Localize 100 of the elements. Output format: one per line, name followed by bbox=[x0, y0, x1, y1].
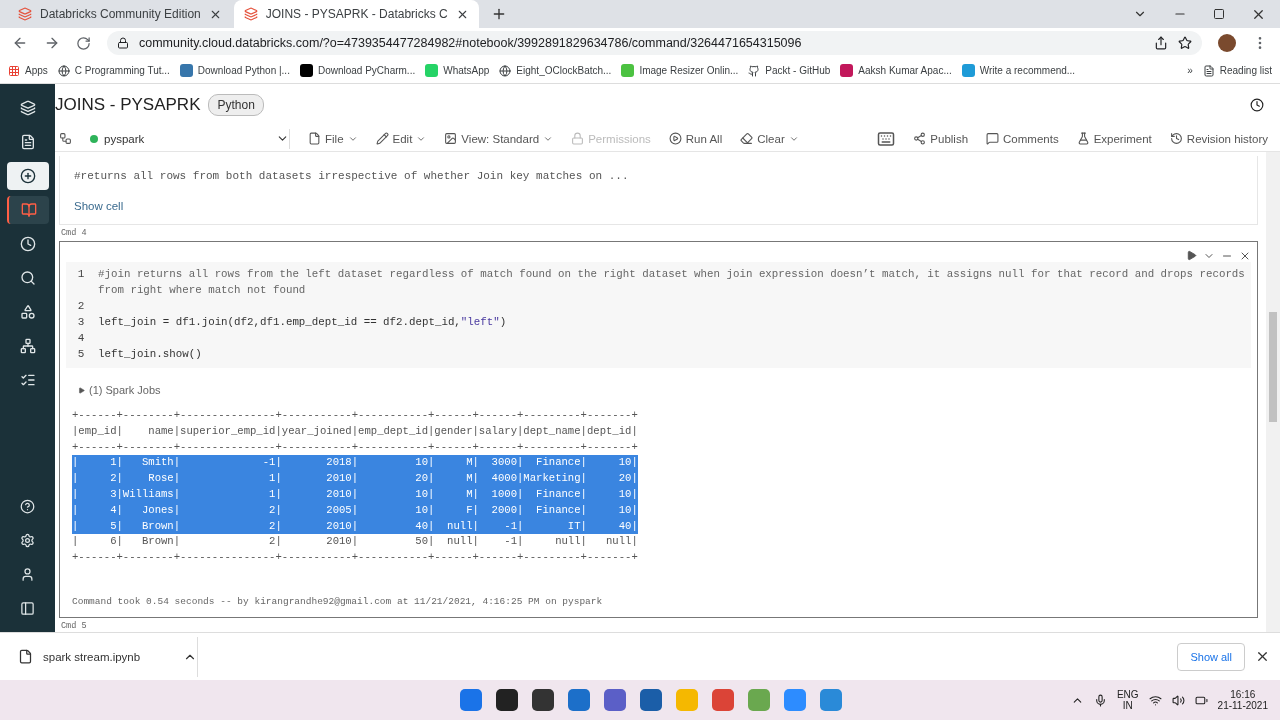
toolbar-button[interactable]: Comments bbox=[986, 132, 1059, 145]
language-badge[interactable]: Python bbox=[208, 94, 264, 116]
toolbar-button[interactable]: Edit bbox=[375, 132, 427, 145]
file-icon bbox=[18, 649, 33, 664]
bookmark-link[interactable]: Apps bbox=[8, 64, 48, 77]
lock-icon bbox=[571, 132, 585, 145]
cluster-icon bbox=[59, 132, 72, 145]
scrollbar-thumb[interactable] bbox=[1269, 312, 1277, 422]
bookmark-link[interactable]: Eight_OClockBatch... bbox=[499, 64, 612, 77]
notebook-icon bbox=[20, 202, 37, 218]
bookmark-link[interactable]: Download Python |... bbox=[179, 64, 290, 77]
site-icon bbox=[179, 64, 193, 77]
user-icon bbox=[20, 566, 35, 582]
wifi-icon[interactable] bbox=[1148, 693, 1162, 707]
reload-icon[interactable] bbox=[76, 35, 91, 51]
hidden-cell-preview: #returns all rows from both datasets irrespective of whether Join key matches on ... bbox=[74, 170, 630, 182]
language-indicator[interactable]: ENG IN bbox=[1116, 689, 1139, 711]
browser-tab[interactable]: Databricks Community Edition bbox=[8, 0, 232, 28]
globe-icon bbox=[57, 64, 70, 77]
output-line: |emp_id| name|superior_emp_id|year_joined|emp_dept_id|gender|salary|dept_name|dept_id| bbox=[72, 423, 638, 439]
toolbar-button[interactable]: Revision history bbox=[1169, 132, 1268, 145]
output-line: +------+--------+---------------+-----------+-----------+------+------+---------+-------+ bbox=[72, 408, 638, 423]
code-line: left_join.show() bbox=[97, 347, 203, 362]
output-line: | 6| Brown| 2| 2010| 50| null| -1| null| null| bbox=[72, 534, 638, 550]
command-label: Cmd 4 bbox=[60, 227, 88, 240]
code-cell[interactable] bbox=[59, 241, 1258, 618]
browser-tab[interactable]: JOINS - PYSAPRK - Databricks C bbox=[233, 0, 479, 28]
line-number: 3 bbox=[76, 315, 86, 330]
site-icon bbox=[961, 64, 975, 77]
more-bookmarks-button[interactable]: » bbox=[1187, 65, 1193, 76]
run-icon bbox=[668, 132, 682, 145]
bookmark-link[interactable]: WhatsApp bbox=[425, 64, 490, 77]
shapes-icon bbox=[19, 304, 36, 320]
bookmark-link[interactable]: Download PyCharm... bbox=[299, 64, 416, 77]
toolbar-button[interactable]: View: Standard bbox=[444, 132, 554, 145]
layers-logo-icon bbox=[243, 7, 258, 21]
view-icon bbox=[444, 132, 458, 145]
clock[interactable]: 16:16 21-11-2021 bbox=[1217, 689, 1268, 711]
close-icon[interactable] bbox=[1239, 250, 1251, 262]
toolbar-button[interactable]: Run All bbox=[668, 132, 723, 145]
avatar[interactable] bbox=[1218, 34, 1236, 52]
lock-icon bbox=[117, 37, 129, 49]
history-icon bbox=[1169, 132, 1183, 145]
show-cell-link[interactable]: Show cell bbox=[74, 200, 1243, 212]
download-item[interactable]: spark stream.ipynb bbox=[18, 636, 198, 677]
line-number: 2 bbox=[76, 299, 86, 314]
panel-icon bbox=[20, 600, 35, 616]
plus-circle-button[interactable] bbox=[6, 162, 49, 190]
taskbar-app-icon[interactable] bbox=[532, 689, 555, 711]
show-all-button[interactable]: Show all bbox=[1177, 642, 1245, 671]
triangle-icon bbox=[78, 386, 85, 394]
bookmark-star-icon[interactable] bbox=[1178, 36, 1192, 50]
keyboard-icon[interactable] bbox=[877, 129, 896, 148]
notebook-title: JOINS - PYSAPRK bbox=[55, 95, 201, 115]
bookmark-link[interactable]: Write a recommend... bbox=[961, 64, 1076, 77]
status-dot bbox=[90, 134, 98, 143]
site-icon bbox=[425, 64, 439, 77]
run-icon[interactable] bbox=[1186, 250, 1197, 261]
clock-icon bbox=[19, 236, 36, 252]
command-footer: Command took 0.54 seconds -- by kirangrandhe92@gmail.com at 11/21/2021, 4:16:25 PM on pyspark bbox=[66, 565, 1251, 611]
site-icon bbox=[621, 64, 635, 77]
comments-icon bbox=[986, 132, 1000, 145]
bookmark-link[interactable]: Packt - GitHub bbox=[748, 64, 831, 77]
taskbar-app-icon[interactable] bbox=[496, 689, 519, 711]
share-icon[interactable] bbox=[1154, 36, 1168, 50]
bookmark-link[interactable]: C Programming Tut... bbox=[57, 64, 170, 77]
search-icon bbox=[19, 270, 36, 286]
layers-logo-icon bbox=[19, 100, 36, 116]
toolbar-button[interactable]: Publish bbox=[913, 132, 969, 145]
volume-icon[interactable] bbox=[1171, 693, 1185, 707]
command-label: Cmd 5 bbox=[60, 619, 88, 632]
close-icon[interactable] bbox=[1255, 649, 1270, 664]
plus-circle-icon bbox=[19, 168, 36, 184]
bookmark-link[interactable]: Image Resizer Onlin... bbox=[621, 64, 739, 77]
maximize-icon[interactable] bbox=[1213, 8, 1225, 20]
experiment-icon bbox=[1076, 132, 1090, 145]
toolbar-button[interactable]: Experiment bbox=[1076, 132, 1152, 145]
toolbar-button[interactable]: File bbox=[308, 132, 358, 145]
network-icon bbox=[19, 338, 36, 354]
cluster-selector[interactable]: pyspark bbox=[90, 128, 290, 149]
mic-icon[interactable] bbox=[1093, 693, 1107, 707]
address-bar[interactable]: community.cloud.databricks.com/?o=4739354477284982#notebook/3992891829634786/command/3264471654315096 bbox=[107, 31, 1202, 55]
publish-icon bbox=[913, 132, 927, 145]
document-icon bbox=[19, 134, 36, 150]
layers-logo-icon bbox=[18, 7, 32, 21]
clock-icon[interactable] bbox=[1250, 98, 1264, 112]
edit-icon bbox=[375, 132, 389, 145]
site-icon bbox=[299, 64, 313, 77]
forward-icon[interactable] bbox=[44, 35, 60, 51]
help-icon bbox=[20, 498, 35, 514]
file-icon bbox=[308, 132, 321, 145]
back-icon[interactable] bbox=[12, 35, 28, 51]
spark-jobs-toggle[interactable]: (1) Spark Jobs bbox=[66, 368, 1251, 408]
settings-icon bbox=[20, 532, 35, 548]
checklist-icon bbox=[19, 372, 36, 388]
toolbar-button[interactable]: Clear bbox=[740, 132, 799, 145]
output-line: +------+--------+---------------+-----------+-----------+------+------+---------+-------+ bbox=[72, 439, 638, 455]
reading-list-button[interactable]: Reading list bbox=[1202, 64, 1272, 77]
bookmark-link[interactable]: Aaksh Kumar Apac... bbox=[840, 64, 952, 77]
notebook-button[interactable] bbox=[6, 196, 49, 224]
